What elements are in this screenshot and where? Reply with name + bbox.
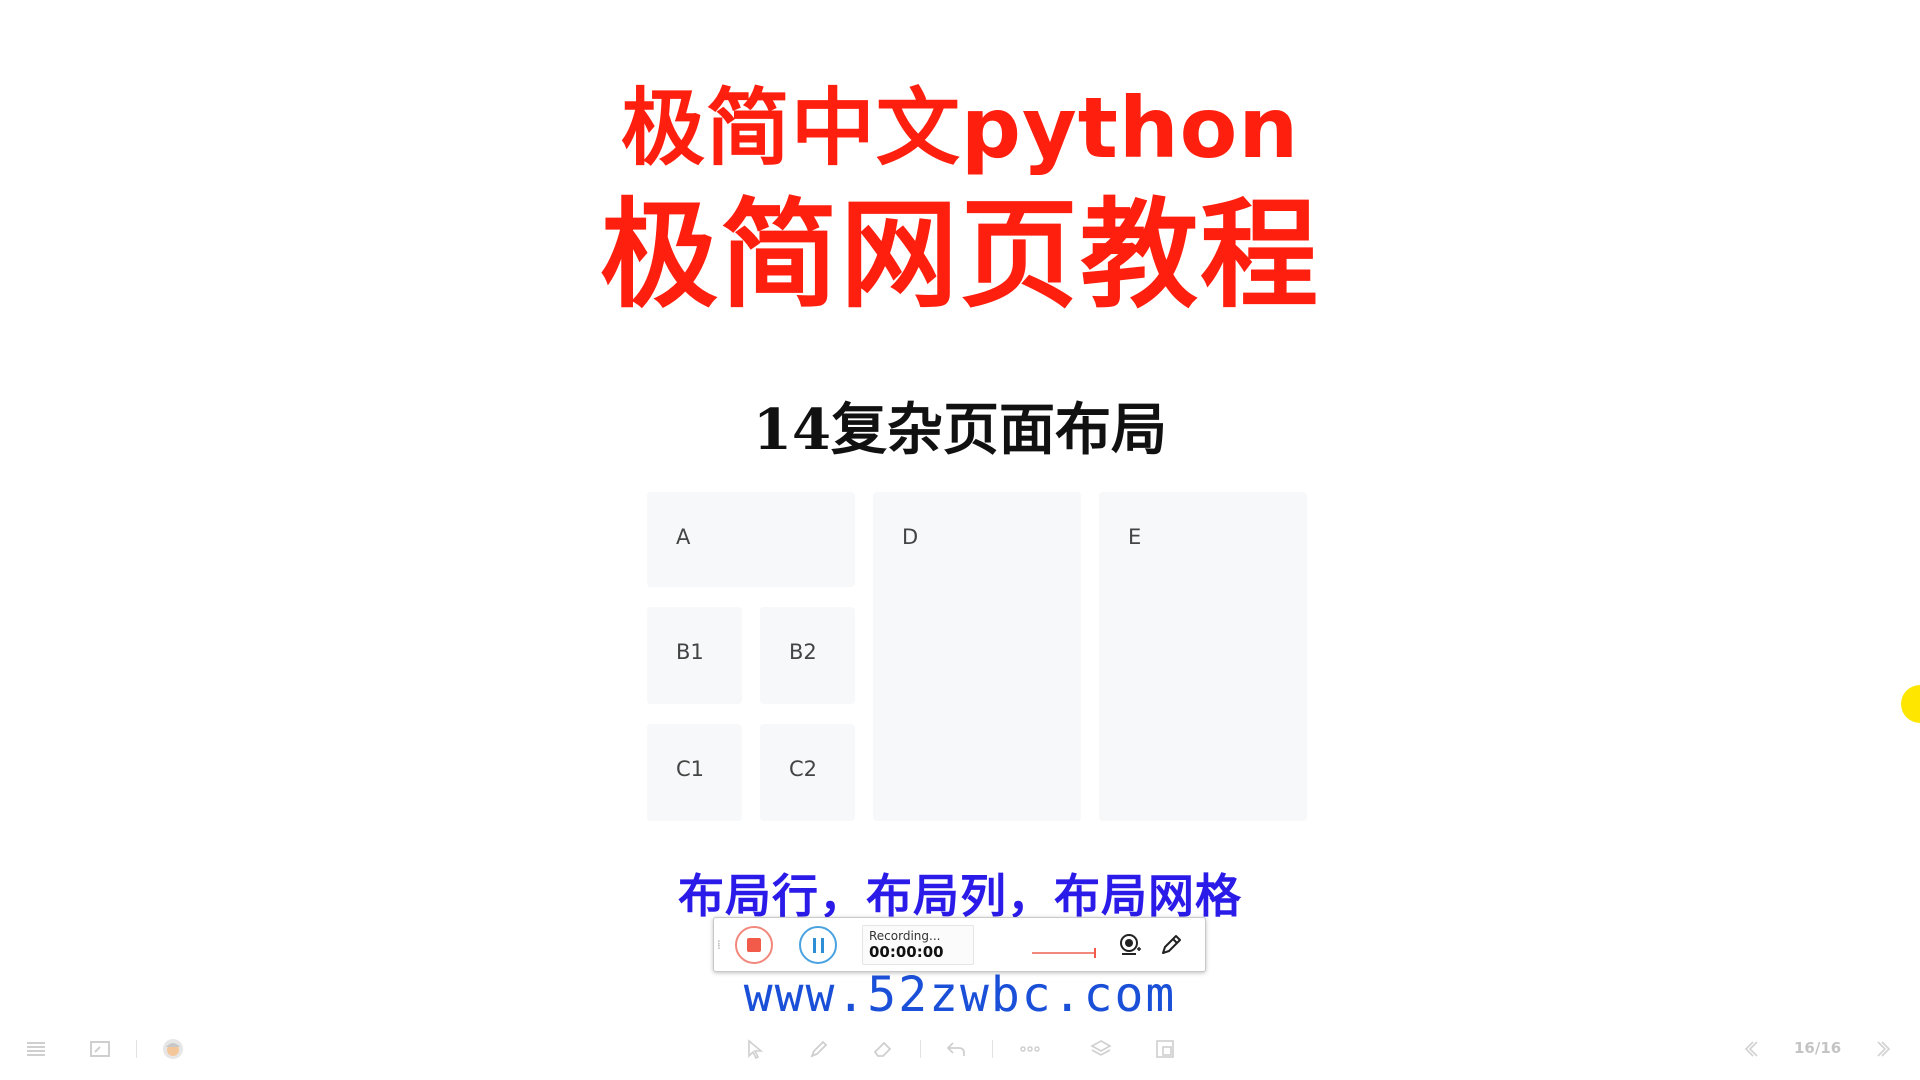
pause-icon [813, 938, 816, 953]
pointer-icon[interactable] [744, 1038, 766, 1060]
webcam-icon[interactable] [1117, 932, 1143, 958]
separator [992, 1040, 993, 1058]
separator [920, 1040, 921, 1058]
layout-grid-demo: A B1 B2 C1 C2 D E [647, 492, 1307, 821]
grid-cell-e: E [1099, 492, 1307, 821]
slide-caption: 布局行，布局列，布局网格 [678, 869, 1242, 923]
recording-status: Recording... 00:00:00 [862, 925, 974, 965]
presentation-toolbar: 16/16 [0, 1030, 1920, 1068]
slide-thumbnail-icon[interactable] [89, 1038, 111, 1060]
grid-cell-c2: C2 [760, 724, 855, 821]
stop-icon [747, 938, 761, 952]
window-icon[interactable] [1154, 1038, 1176, 1060]
menu-icon[interactable] [25, 1038, 47, 1060]
more-icon[interactable] [1019, 1038, 1041, 1060]
grid-cell-b1: B1 [647, 607, 742, 704]
undo-icon[interactable] [945, 1038, 967, 1060]
grid-cell-d: D [873, 492, 1081, 821]
grid-cell-c1: C1 [647, 724, 742, 821]
grid-cell-b2: B2 [760, 607, 855, 704]
layers-icon[interactable] [1090, 1038, 1112, 1060]
avatar[interactable] [162, 1038, 184, 1060]
title-line-2: 极简网页教程 [599, 186, 1320, 324]
recording-status-label: Recording... [869, 929, 941, 943]
cursor-highlight [1901, 685, 1920, 723]
pause-recording-button[interactable] [799, 926, 837, 964]
pen-icon[interactable] [1158, 932, 1184, 958]
title-line-1: 极简中文python [620, 79, 1300, 177]
pen-icon[interactable] [808, 1038, 830, 1060]
eraser-icon[interactable] [872, 1038, 894, 1060]
grip-icon[interactable]: ⁞ [717, 939, 721, 951]
recording-timer: 00:00:00 [869, 943, 944, 961]
prev-icon[interactable] [1740, 1038, 1762, 1060]
next-icon[interactable] [1873, 1038, 1895, 1060]
audio-level-slider[interactable] [1032, 948, 1096, 958]
slide-subtitle: 14复杂页面布局 [753, 397, 1167, 463]
page-indicator: 16/16 [1794, 1039, 1842, 1057]
stop-recording-button[interactable] [735, 926, 773, 964]
grid-cell-a: A [647, 492, 855, 587]
recording-toolbar: ⁞ Recording... 00:00:00 [713, 917, 1206, 972]
website-url: www.52zwbc.com [743, 967, 1177, 1023]
separator [136, 1040, 137, 1058]
